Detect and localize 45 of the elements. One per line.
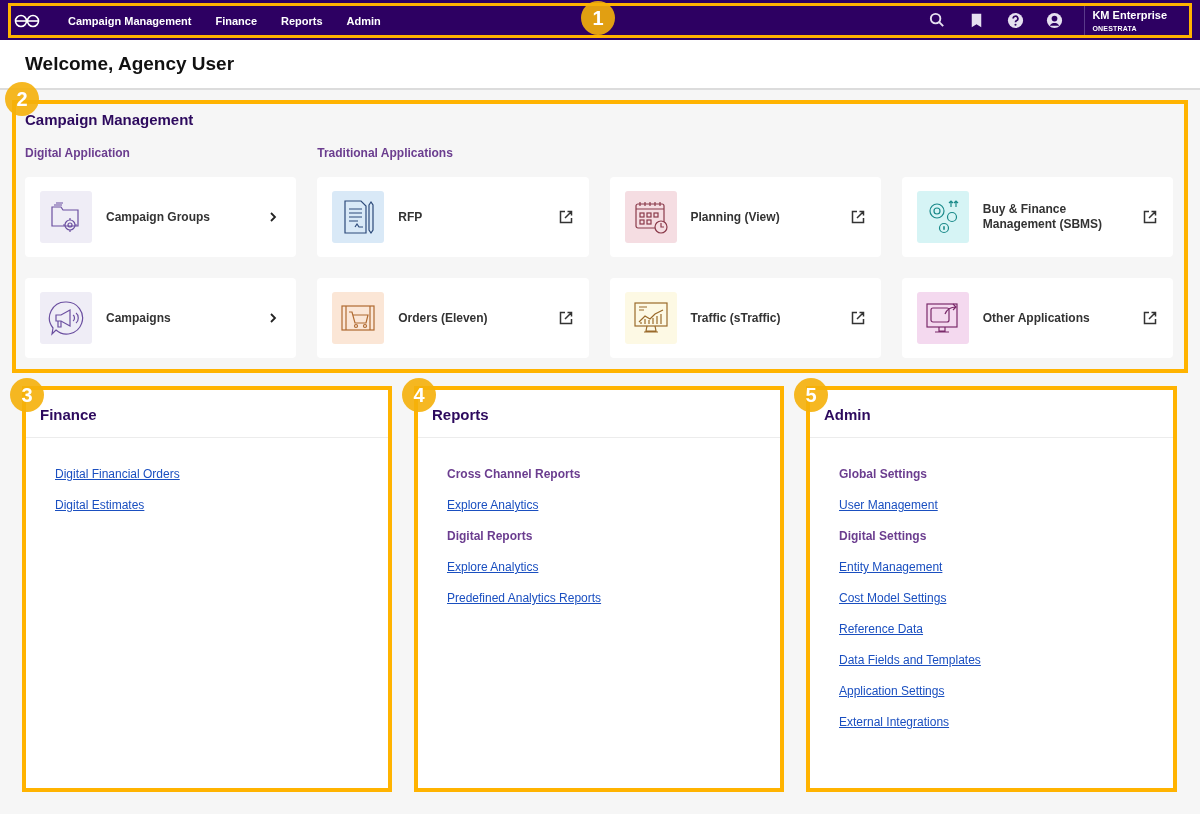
panel-link[interactable]: Cost Model Settings (839, 591, 947, 606)
external-link-icon (1142, 209, 1158, 225)
panel-link[interactable]: Application Settings (839, 684, 945, 699)
welcome-heading: Welcome, Agency User (25, 53, 236, 75)
panel-link[interactable]: Reference Data (839, 622, 924, 637)
panel-link[interactable]: Explore Analytics (447, 498, 539, 513)
nav-link[interactable]: Campaign Management (56, 14, 204, 27)
application-tile[interactable]: Other Applications (901, 278, 1173, 358)
callout-badge: 1 (581, 1, 615, 35)
application-tile[interactable]: RFP (317, 177, 589, 257)
megaphone-icon (46, 298, 86, 338)
callout-badge: 5 (794, 378, 828, 412)
link-group-heading: Digital Settings (839, 529, 927, 544)
account-name: KM Enterprise (1092, 9, 1167, 21)
group-heading: Traditional Applications (317, 146, 454, 160)
application-tile[interactable]: Campaign Groups (25, 177, 297, 257)
panel-link[interactable]: Digital Estimates (55, 498, 145, 513)
link-group-heading: Digital Reports (447, 529, 533, 544)
link-group-heading: Cross Channel Reports (447, 467, 581, 482)
group-heading: Digital Application (25, 146, 131, 160)
callout-badge: 2 (5, 82, 39, 116)
nav-link[interactable]: Reports (269, 14, 335, 27)
external-link-icon (849, 310, 866, 326)
panel-link[interactable]: Digital Financial Orders (55, 467, 180, 482)
application-tile[interactable]: Orders (Eleven) (317, 278, 589, 358)
application-tile[interactable]: Traffic (sTraffic) (609, 278, 881, 358)
external-link-icon (849, 209, 866, 225)
link-group-heading: Global Settings (839, 467, 927, 482)
application-tile[interactable]: Planning (View) (609, 177, 881, 257)
panel-link[interactable]: Predefined Analytics Reports (447, 591, 602, 606)
panel-link[interactable]: Explore Analytics (447, 560, 539, 575)
external-link-icon (557, 310, 574, 326)
panel-link[interactable]: User Management (839, 498, 938, 513)
panel-link[interactable]: External Integrations (839, 715, 950, 730)
external-link-icon (1142, 310, 1158, 326)
application-tile[interactable]: Campaigns (25, 278, 297, 358)
help-icon[interactable] (1006, 11, 1026, 30)
account-icon[interactable] (1045, 11, 1065, 30)
external-link-icon (557, 209, 574, 225)
panel-link[interactable]: Entity Management (839, 560, 943, 575)
nav-link[interactable]: Admin (334, 14, 393, 27)
panel-link[interactable]: Data Fields and Templates (839, 653, 981, 668)
application-tile[interactable]: Buy & Finance Management (SBMS) (901, 177, 1173, 257)
nav-link[interactable]: Finance (203, 14, 270, 27)
logo-icon[interactable] (14, 13, 40, 28)
